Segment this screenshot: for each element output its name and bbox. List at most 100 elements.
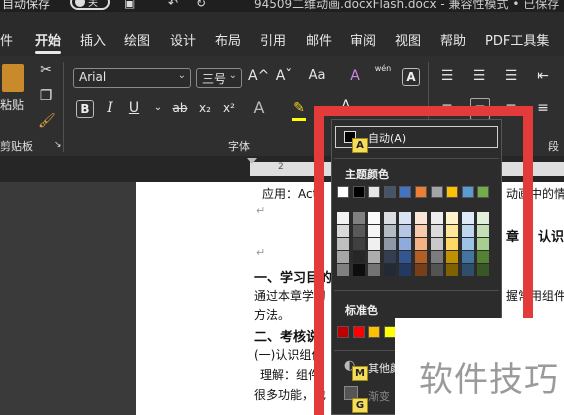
numbering-icon[interactable]: ☰ [470,66,488,86]
theme-shade-swatch[interactable] [352,251,365,263]
theme-shade-swatch[interactable] [477,238,490,250]
underline-button[interactable]: U [126,98,142,118]
theme-color-swatch[interactable] [368,186,381,198]
theme-shade-swatch[interactable] [399,212,412,224]
theme-color-swatch[interactable] [399,186,412,198]
theme-color-swatch[interactable] [337,186,349,198]
theme-color-swatch[interactable] [477,186,490,198]
tab-view[interactable]: 视图 [395,30,421,49]
indent-marker-icon[interactable] [247,158,257,164]
standard-color-swatch[interactable] [337,326,349,338]
tab-home[interactable]: 开始 [35,30,62,54]
theme-color-swatch[interactable] [383,186,396,198]
theme-shade-swatch[interactable] [352,264,365,276]
theme-shade-swatch[interactable] [477,264,490,276]
theme-shade-swatch[interactable] [415,212,427,224]
theme-shade-swatch[interactable] [352,238,365,250]
theme-shade-swatch[interactable] [430,225,443,237]
theme-shade-swatch[interactable] [415,264,427,276]
theme-shade-swatch[interactable] [430,238,443,250]
theme-shade-swatch[interactable] [399,264,412,276]
paste-label[interactable]: 粘贴 [0,96,24,113]
theme-shade-swatch[interactable] [446,238,459,250]
theme-shade-swatch[interactable] [368,264,381,276]
tab-file[interactable]: 件 [0,30,13,49]
autosave-toggle[interactable]: 关 [70,0,110,10]
theme-shade-swatch[interactable] [430,251,443,263]
theme-shade-swatch[interactable] [383,251,396,263]
theme-shade-swatch[interactable] [337,225,349,237]
char-border-button[interactable]: A [402,68,420,86]
theme-color-swatch[interactable] [430,186,443,198]
theme-shade-swatch[interactable] [477,212,490,224]
clipboard-launcher-icon[interactable]: ↘ [54,140,62,150]
theme-shade-swatch[interactable] [461,264,474,276]
theme-shade-swatch[interactable] [383,238,396,250]
theme-color-swatch[interactable] [352,186,365,198]
theme-color-swatch[interactable] [446,186,459,198]
tab-references[interactable]: 引用 [260,30,286,49]
theme-shade-swatch[interactable] [368,225,381,237]
theme-shade-swatch[interactable] [461,251,474,263]
theme-shade-swatch[interactable] [383,225,396,237]
bullets-icon[interactable]: ☰ [438,66,456,86]
theme-shade-swatch[interactable] [352,212,365,224]
theme-shade-swatch[interactable] [399,238,412,250]
theme-shade-swatch[interactable] [337,238,349,250]
change-case-button[interactable]: Aa [304,66,330,86]
theme-shade-swatch[interactable] [383,212,396,224]
theme-shade-swatch[interactable] [461,238,474,250]
theme-shade-swatch[interactable] [337,212,349,224]
clear-format-button[interactable]: A [346,66,364,86]
phonetic-guide-button[interactable]: wén [372,64,394,74]
theme-shade-swatch[interactable] [337,264,349,276]
theme-shade-swatch[interactable] [399,225,412,237]
paste-icon[interactable] [2,64,24,92]
theme-shade-swatch[interactable] [477,251,490,263]
tab-review[interactable]: 审阅 [350,30,376,49]
redo-icon[interactable]: ↻ [196,0,206,10]
theme-shade-swatch[interactable] [368,251,381,263]
standard-color-swatch[interactable] [383,326,396,338]
underline-dropdown-icon[interactable]: ⌄ [150,98,166,118]
tab-pdf-tools[interactable]: PDF工具集 [485,30,549,49]
cut-icon[interactable]: ✂ [38,60,54,80]
grow-font-button[interactable]: A^ [248,66,269,86]
theme-shade-swatch[interactable] [461,212,474,224]
shrink-font-button[interactable]: Aˇ [274,66,294,86]
tab-design[interactable]: 设计 [170,30,196,49]
strikethrough-button[interactable]: ab [170,98,190,118]
subscript-button[interactable]: x₂ [196,98,214,118]
tab-insert[interactable]: 插入 [80,30,106,49]
undo-icon[interactable]: ↶ [168,0,178,10]
theme-shade-swatch[interactable] [430,212,443,224]
theme-shade-swatch[interactable] [368,238,381,250]
theme-shade-swatch[interactable] [415,225,427,237]
theme-shade-swatch[interactable] [446,225,459,237]
copy-icon[interactable]: ❐ [38,86,54,106]
justify-icon[interactable]: ≡ [534,98,552,118]
theme-shade-swatch[interactable] [399,251,412,263]
tab-mailings[interactable]: 邮件 [306,30,332,49]
font-name-combo[interactable]: Arial ⌄ [73,68,191,88]
bold-button[interactable]: B [76,100,94,118]
decrease-indent-icon[interactable]: ⇤ [534,66,552,86]
standard-color-swatch[interactable] [352,326,365,338]
theme-shade-swatch[interactable] [415,251,427,263]
format-painter-icon[interactable]: 🖌 [38,111,56,131]
theme-shade-swatch[interactable] [430,264,443,276]
theme-shade-swatch[interactable] [415,238,427,250]
theme-shade-swatch[interactable] [337,251,349,263]
highlight-pen-icon[interactable]: ✎ [290,98,308,118]
save-icon[interactable]: ▣ [124,0,135,10]
text-effects-icon[interactable]: A [250,98,268,118]
theme-shade-swatch[interactable] [352,225,365,237]
multilevel-list-icon[interactable]: ☰ [502,66,520,86]
tab-layout[interactable]: 布局 [215,30,241,49]
theme-shade-swatch[interactable] [383,264,396,276]
theme-shade-swatch[interactable] [446,251,459,263]
theme-shade-swatch[interactable] [368,212,381,224]
italic-button[interactable]: I [102,98,118,118]
font-size-combo[interactable]: 三号 ⌄ [196,68,242,88]
tab-help[interactable]: 帮助 [440,30,466,49]
